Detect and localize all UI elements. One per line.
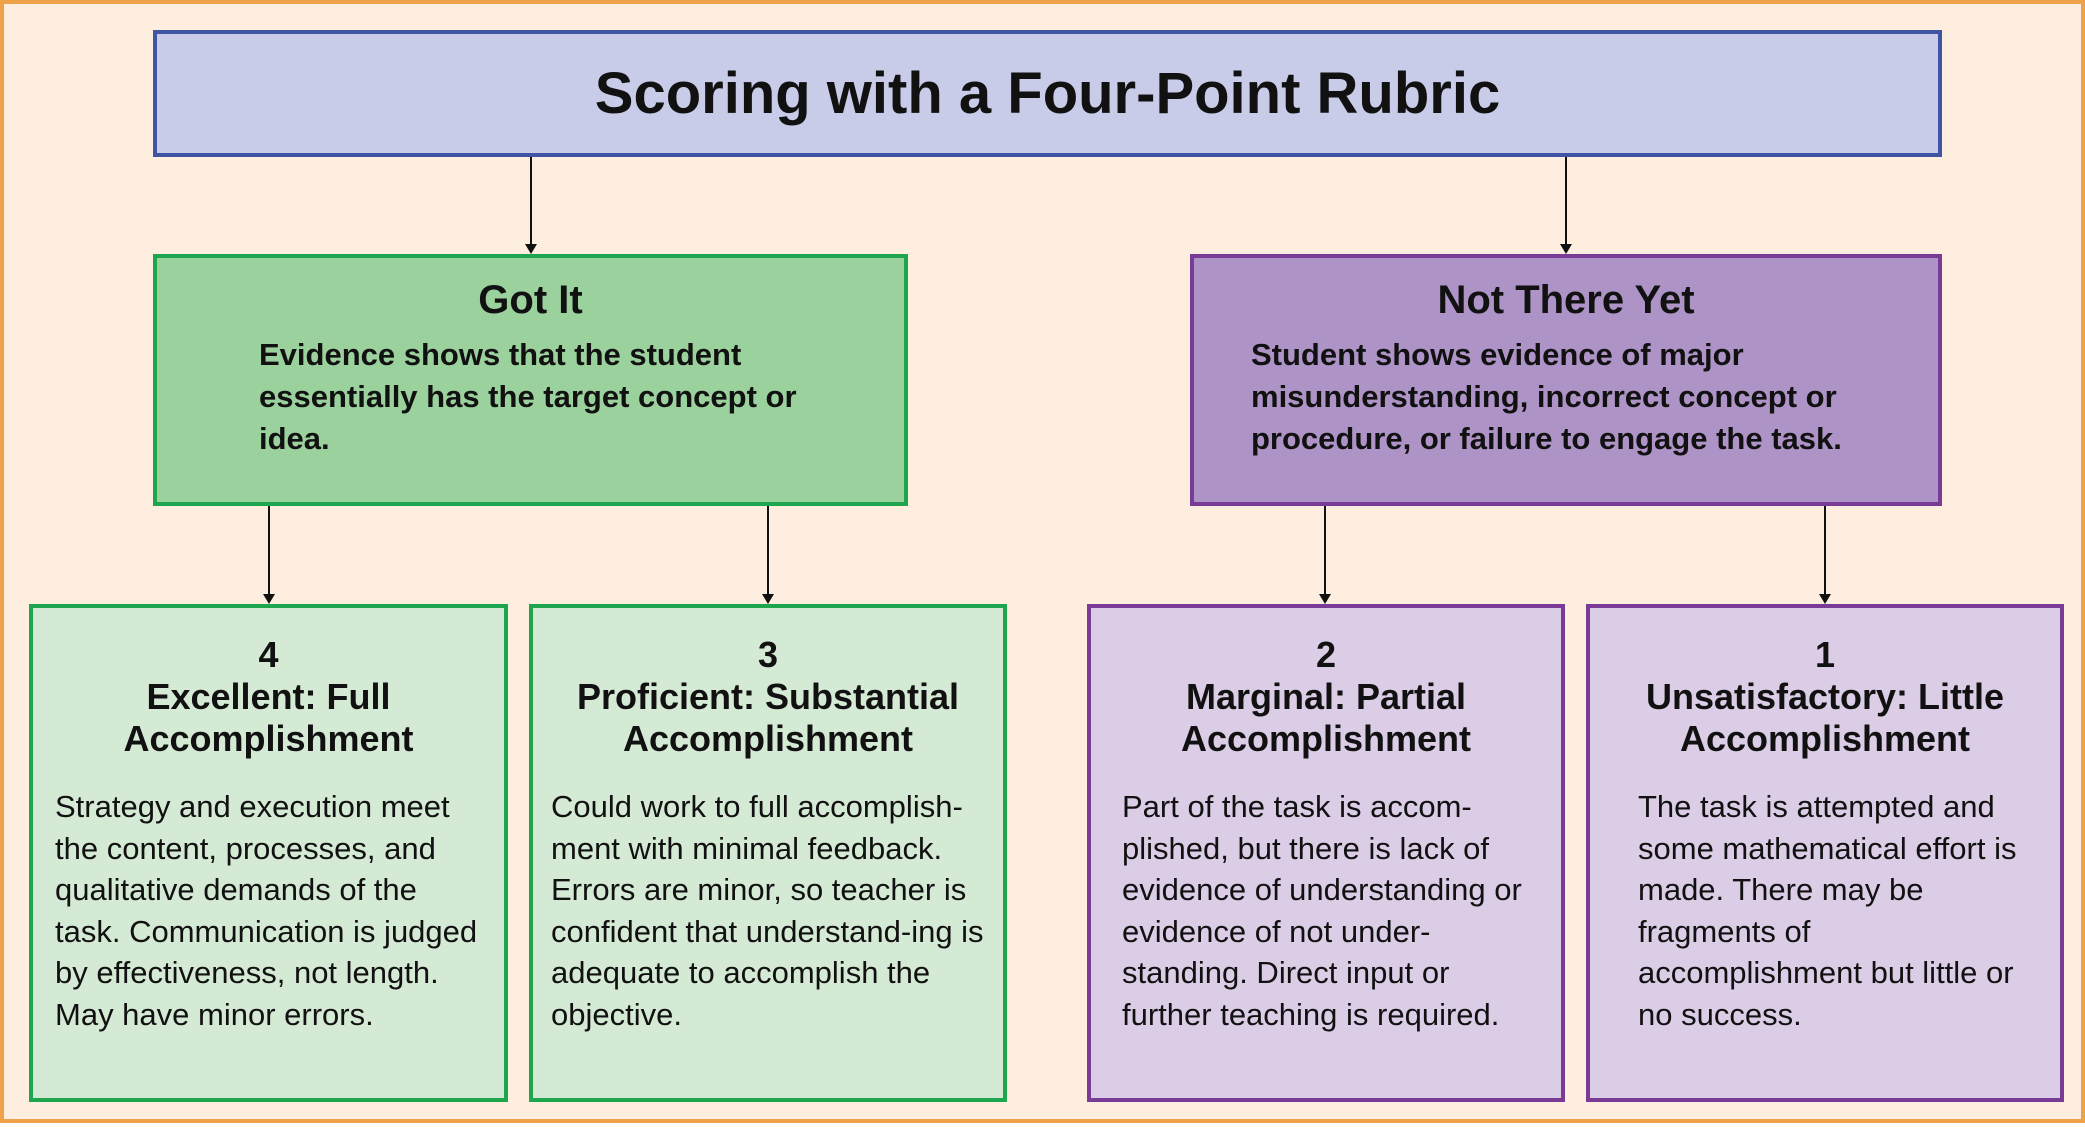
- level-score: 4: [258, 634, 279, 675]
- diagram-title: Scoring with a Four-Point Rubric: [594, 61, 1501, 126]
- level-score: 2: [1315, 634, 1337, 675]
- category-got-it: Got It Evidence shows that the student e…: [153, 254, 908, 506]
- level-2-box: 2 Marginal: Partial Accomplishment Part …: [1087, 604, 1565, 1102]
- level-label: Unsatisfactory: Little Accomplishment: [1645, 676, 2005, 759]
- level-label: Marginal: Partial Accomplishment: [1180, 676, 1472, 759]
- category-heading: Not There Yet: [1437, 278, 1695, 322]
- level-4-box: 4 Excellent: Full Accomplishment Strateg…: [29, 604, 508, 1102]
- level-description: The task is attempted and some mathemati…: [1638, 789, 2017, 1032]
- diagram-frame: Scoring with a Four-Point Rubric Got It …: [0, 0, 2085, 1123]
- level-3-box: 3 Proficient: Substantial Accomplishment…: [529, 604, 1007, 1102]
- level-label: Excellent: Full Accomplishment: [123, 676, 414, 759]
- level-score: 1: [1814, 634, 1836, 675]
- title-box: Scoring with a Four-Point Rubric: [153, 30, 1942, 157]
- category-not-there-yet: Not There Yet Student shows evidence of …: [1190, 254, 1942, 506]
- level-1-box: 1 Unsatisfactory: Little Accomplishment …: [1586, 604, 2064, 1102]
- category-heading: Got It: [478, 278, 583, 322]
- level-description: Strategy and execution meet the content,…: [55, 789, 478, 1032]
- level-label: Proficient: Substantial Accomplishment: [576, 676, 960, 759]
- level-score: 3: [757, 634, 779, 675]
- category-description: Student shows evidence of major misunder…: [1251, 337, 1842, 456]
- level-description: Part of the task is accom-plished, but t…: [1122, 789, 1522, 1032]
- level-description: Could work to full accomplish-ment with …: [551, 789, 984, 1032]
- category-description: Evidence shows that the student essentia…: [259, 337, 797, 456]
